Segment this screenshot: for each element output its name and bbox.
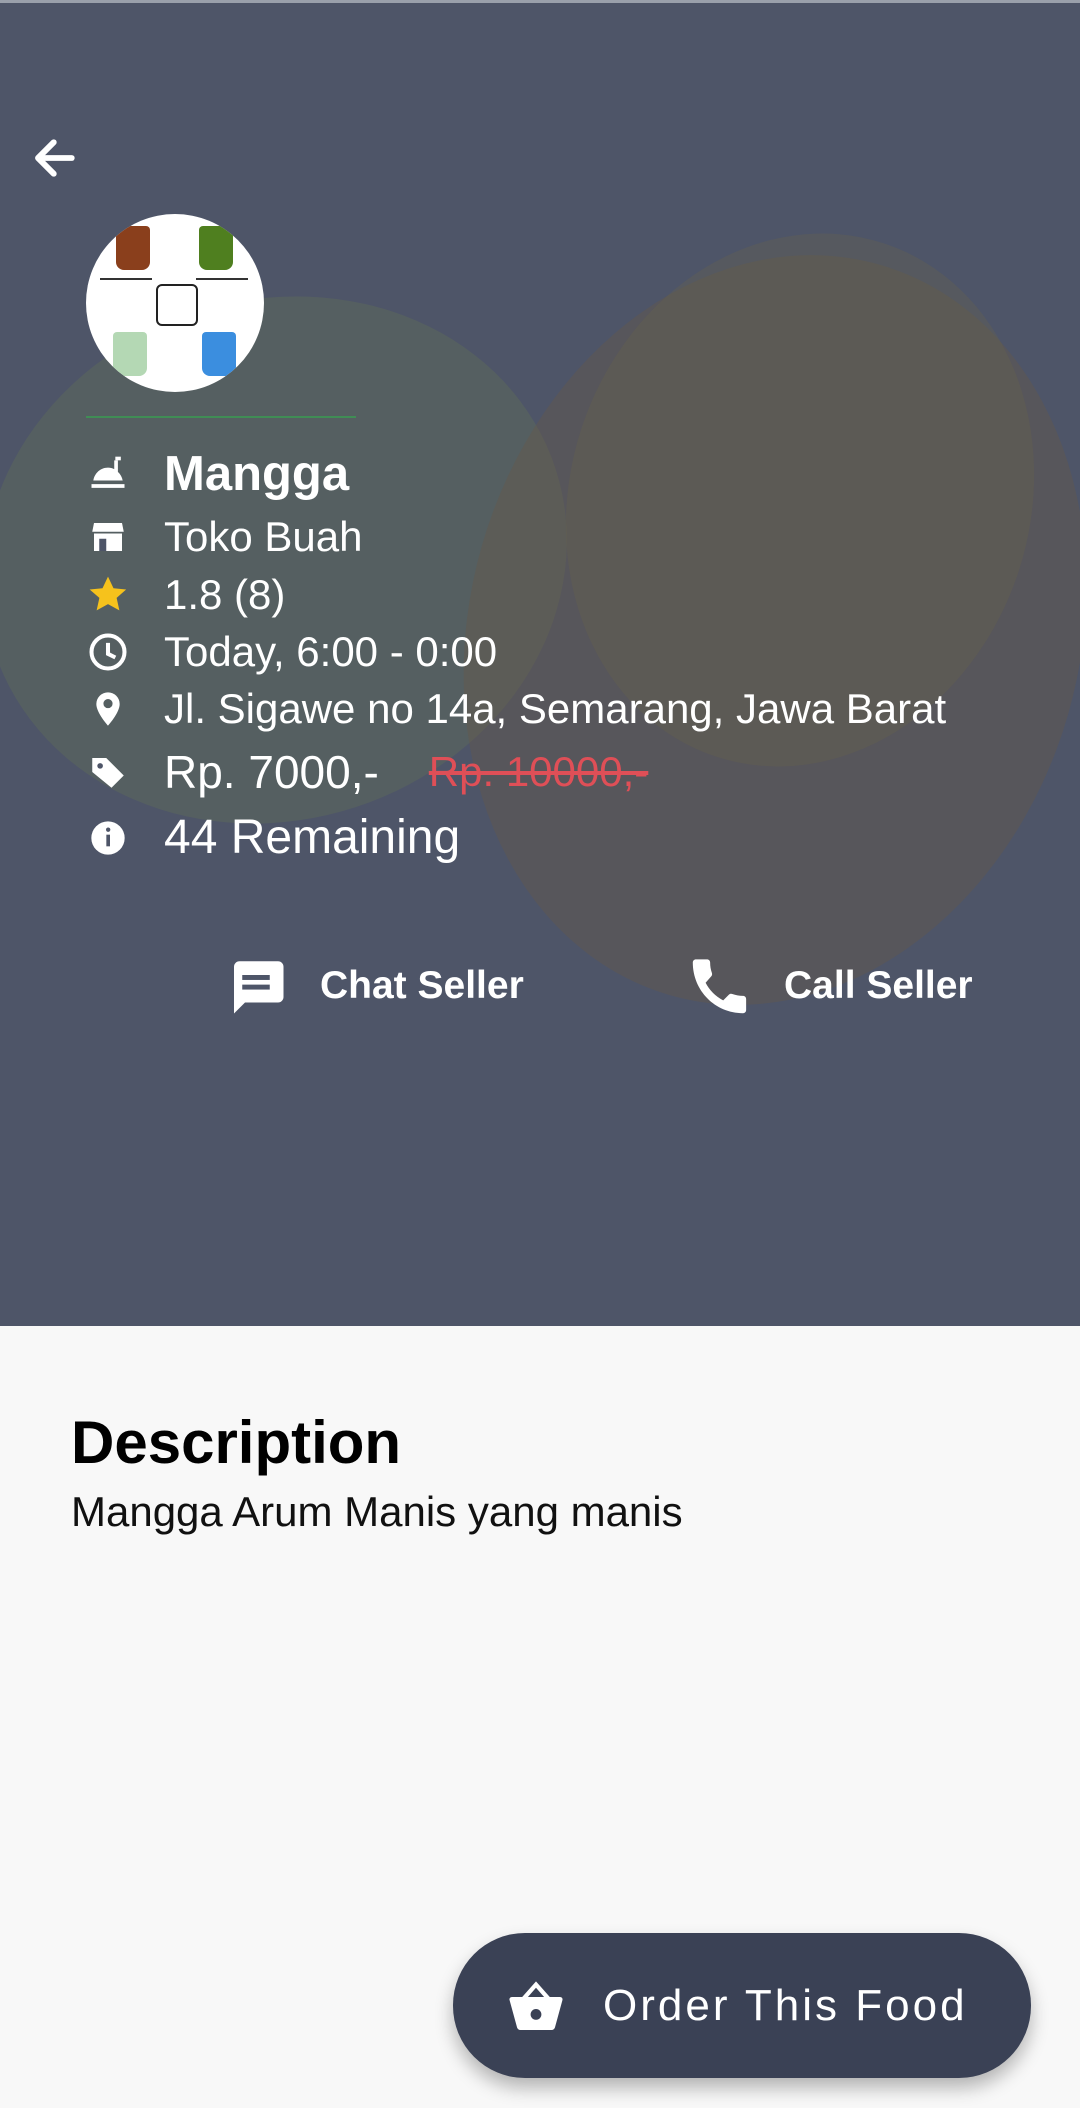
rating-text: 1.8 (8): [164, 571, 286, 618]
chat-icon: [220, 950, 292, 1022]
remaining-text: 44 Remaining: [164, 811, 461, 864]
address-row: Jl. Sigawe no 14a, Semarang, Jawa Barat: [84, 685, 946, 733]
old-price: Rp. 10000,-: [428, 748, 649, 795]
clock-icon: [84, 628, 132, 676]
star-icon: [84, 571, 132, 619]
order-food-button[interactable]: Order This Food: [453, 1933, 1031, 2078]
back-button[interactable]: [26, 128, 86, 188]
product-name: Mangga: [164, 447, 350, 501]
call-seller-button[interactable]: Call Seller: [684, 950, 973, 1022]
food-icon: [84, 451, 132, 499]
store-icon: [84, 513, 132, 561]
basket-icon: [497, 1967, 575, 2045]
screen: Mangga Toko Buah 1.8 (8) Today, 6:00 - 0…: [0, 0, 1080, 2108]
remaining-row: 44 Remaining: [84, 814, 460, 862]
store-name: Toko Buah: [164, 513, 363, 560]
address-text: Jl. Sigawe no 14a, Semarang, Jawa Barat: [164, 685, 947, 732]
order-food-label: Order This Food: [603, 1980, 968, 2030]
chat-seller-button[interactable]: Chat Seller: [220, 950, 524, 1022]
location-pin-icon: [84, 685, 132, 733]
call-seller-label: Call Seller: [784, 964, 973, 1007]
store-row: Toko Buah: [84, 513, 362, 561]
hours-text: Today, 6:00 - 0:00: [164, 628, 498, 675]
product-name-row: Mangga: [84, 450, 349, 499]
hours-row: Today, 6:00 - 0:00: [84, 628, 497, 676]
tag-icon: [84, 748, 132, 796]
phone-icon: [684, 950, 756, 1022]
avatar-divider: [86, 416, 356, 418]
current-price: Rp. 7000,-: [164, 746, 379, 798]
store-avatar: [86, 214, 264, 392]
arrow-left-icon: [29, 131, 83, 185]
description-title: Description: [71, 1409, 402, 1476]
chat-seller-label: Chat Seller: [320, 964, 524, 1007]
price-row: Rp. 7000,- Rp. 10000,-: [84, 748, 648, 796]
rating-row: 1.8 (8): [84, 571, 285, 619]
top-status-line: [0, 0, 1080, 3]
description-text: Mangga Arum Manis yang manis: [71, 1488, 683, 1535]
product-hero: Mangga Toko Buah 1.8 (8) Today, 6:00 - 0…: [0, 0, 1080, 1326]
info-icon: [84, 814, 132, 862]
